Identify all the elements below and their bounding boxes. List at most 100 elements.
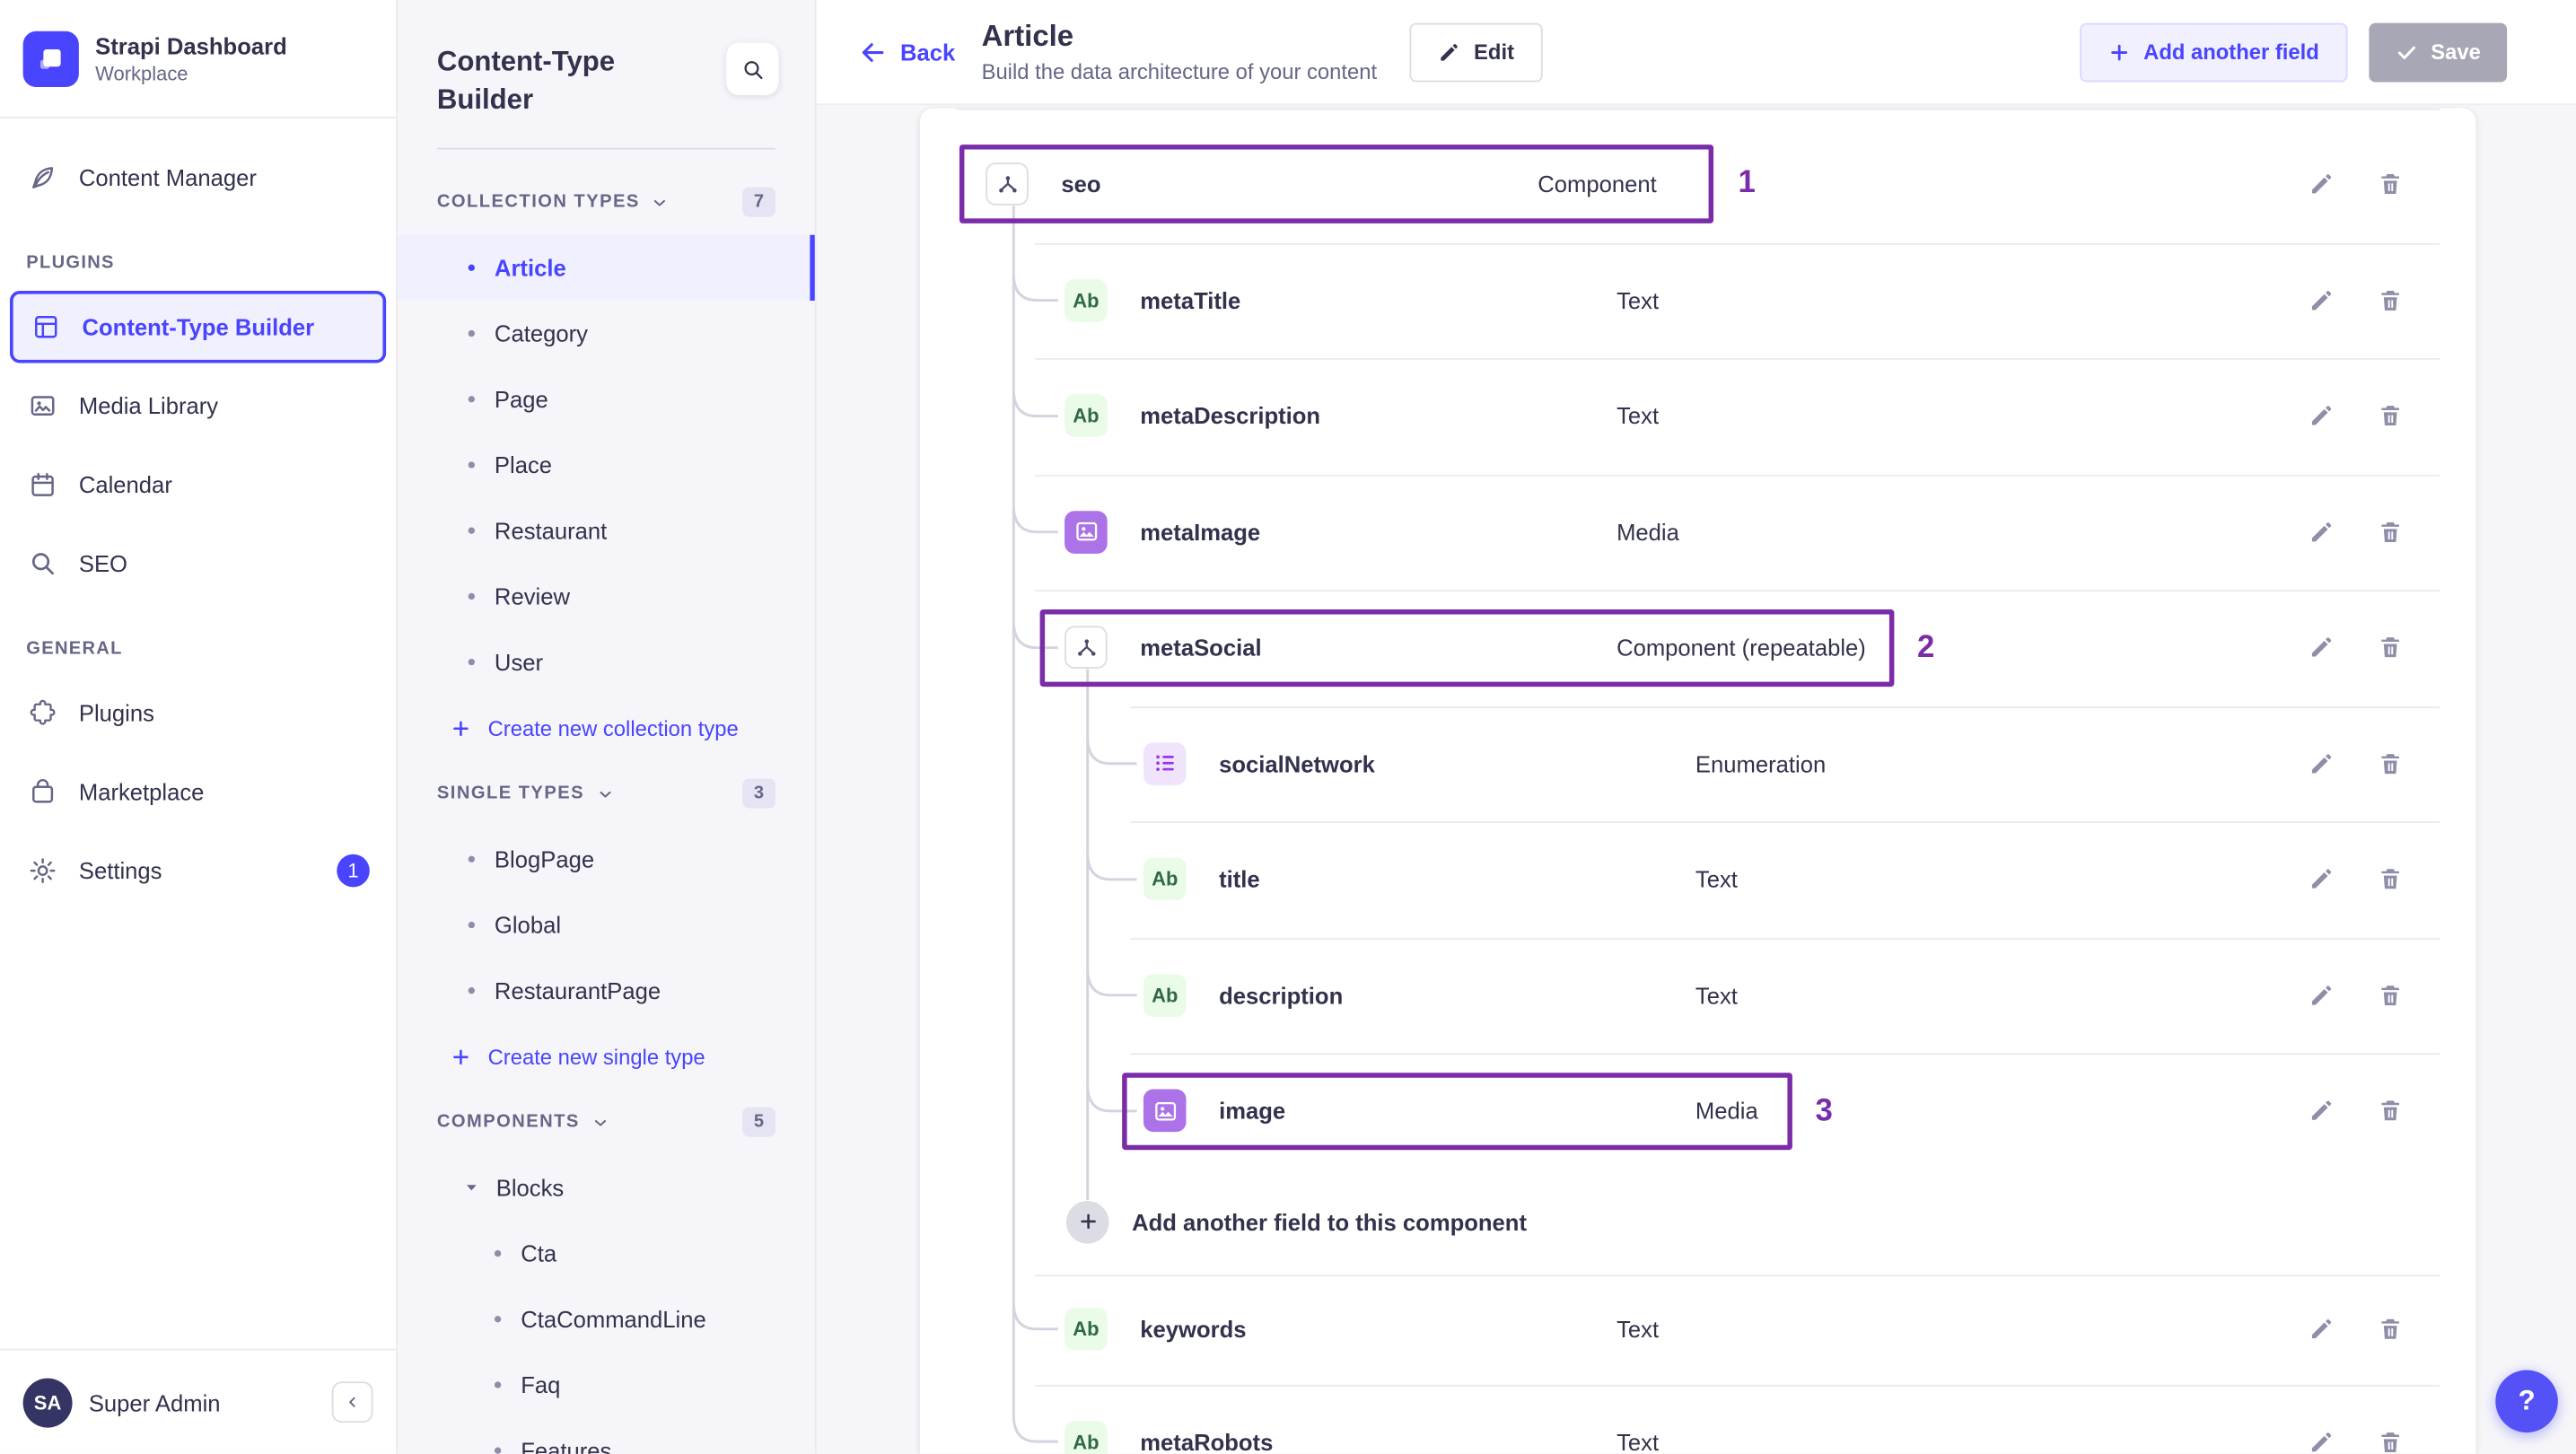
row-divider (1035, 590, 2440, 591)
field-row-keywords: Ab keywords Text (920, 1274, 2475, 1384)
help-button[interactable]: ? (2495, 1370, 2558, 1433)
component-faq[interactable]: Faq (398, 1352, 815, 1417)
delete-field-button[interactable] (2370, 1422, 2410, 1454)
section-label-plugins: PLUGINS (26, 252, 115, 273)
save-button[interactable]: Save (2368, 22, 2508, 82)
sidebar-item-content-type-builder[interactable]: Content-Type Builder (9, 290, 387, 364)
create-collection-type-link[interactable]: Create new collection type (398, 695, 815, 760)
avatar: SA (22, 1377, 73, 1427)
collection-types-group-header[interactable]: COLLECTION TYPES 7 (398, 170, 815, 235)
row-divider (1035, 1274, 2440, 1276)
edit-field-button[interactable] (2301, 976, 2341, 1015)
sidebar-item-label: Content-Type Builder (82, 313, 315, 340)
field-row-description: Ab description Text (920, 937, 2475, 1053)
sidebar-item-marketplace[interactable]: Marketplace (0, 752, 396, 831)
enumeration-field-icon (1143, 741, 1187, 785)
caret-down-icon (463, 1179, 479, 1196)
sidebar-item-label: Calendar (78, 471, 172, 498)
edit-field-button[interactable] (2301, 164, 2341, 204)
edit-field-button[interactable] (2301, 1091, 2341, 1131)
sidebar-item-content-manager[interactable]: Content Manager (0, 138, 396, 217)
components-group-blocks[interactable]: Blocks (398, 1155, 815, 1221)
row-divider (1130, 1053, 2440, 1055)
text-field-icon: Ab (1143, 857, 1187, 901)
field-type: Text (1617, 1316, 1660, 1343)
single-type-global[interactable]: Global (398, 892, 815, 958)
field-name: metaSocial (1140, 634, 1262, 661)
sidebar-item-settings[interactable]: Settings 1 (0, 831, 396, 910)
add-field-label: Add another field (2143, 39, 2319, 65)
field-row-socialnetwork: socialNetwork Enumeration (920, 705, 2475, 821)
collection-type-review[interactable]: Review (398, 564, 815, 629)
sidebar-item-calendar[interactable]: Calendar (0, 445, 396, 524)
search-icon (26, 547, 59, 581)
component-field-icon (1065, 626, 1108, 670)
delete-field-button[interactable] (2370, 512, 2410, 552)
delete-field-button[interactable] (2370, 164, 2410, 204)
collapse-sidebar-button[interactable] (331, 1381, 373, 1423)
field-row-metarobots: Ab metaRobots Text (920, 1384, 2475, 1454)
sidebar-item-label: Settings (78, 857, 162, 884)
group-label: COMPONENTS (436, 1112, 580, 1133)
brand: Strapi Dashboard Workplace (0, 0, 397, 118)
search-button[interactable] (726, 42, 779, 96)
single-type-blogpage[interactable]: BlogPage (398, 827, 815, 892)
delete-field-button[interactable] (2370, 1091, 2410, 1131)
component-cta[interactable]: Cta (398, 1221, 815, 1286)
collection-types-count: 7 (742, 187, 775, 217)
create-single-type-link[interactable]: Create new single type (398, 1023, 815, 1089)
collection-type-page[interactable]: Page (398, 366, 815, 432)
field-type: Text (1617, 1428, 1660, 1454)
delete-field-button[interactable] (2370, 628, 2410, 668)
collection-type-user[interactable]: User (398, 629, 815, 695)
collection-type-place[interactable]: Place (398, 432, 815, 497)
delete-field-button[interactable] (2370, 281, 2410, 320)
arrow-left-icon (862, 42, 884, 62)
delete-field-button[interactable] (2370, 976, 2410, 1015)
component-features[interactable]: Features (398, 1418, 815, 1454)
single-type-restaurantpage[interactable]: RestaurantPage (398, 958, 815, 1023)
edit-field-button[interactable] (2301, 281, 2341, 320)
edit-field-button[interactable] (2301, 512, 2341, 552)
sidebar-item-media-library[interactable]: Media Library (0, 366, 396, 445)
field-row-metasocial: metaSocial Component (repeatable) (920, 590, 2475, 705)
edit-field-button[interactable] (2301, 397, 2341, 436)
collection-type-category[interactable]: Category (398, 301, 815, 366)
back-link[interactable]: Back (857, 37, 955, 66)
annotation-number-1: 1 (1738, 165, 1756, 201)
sidebar-item-plugins[interactable]: Plugins (0, 673, 396, 752)
component-ctacommandline[interactable]: CtaCommandLine (398, 1286, 815, 1352)
field-name: image (1219, 1098, 1286, 1125)
plus-icon (451, 1046, 472, 1067)
field-row-metadescription: Ab metaDescription Text (920, 358, 2475, 474)
edit-field-button[interactable] (2301, 744, 2341, 784)
delete-field-button[interactable] (2370, 1309, 2410, 1349)
media-field-icon (1143, 1089, 1187, 1133)
text-field-icon: Ab (1065, 394, 1108, 438)
delete-field-button[interactable] (2370, 744, 2410, 784)
plus-circle-icon (1065, 1200, 1109, 1243)
chevron-down-icon (596, 784, 614, 802)
field-name: socialNetwork (1219, 750, 1375, 777)
single-types-count: 3 (742, 778, 775, 809)
collection-type-article[interactable]: Article (397, 234, 815, 301)
sidebar-item-seo[interactable]: SEO (0, 524, 396, 603)
pen-icon (26, 161, 59, 194)
add-another-field-button[interactable]: Add another field (2079, 22, 2347, 82)
edit-field-button[interactable] (2301, 628, 2341, 668)
edit-field-button[interactable] (2301, 860, 2341, 899)
add-field-to-component-button[interactable]: Add another field to this component (920, 1169, 2475, 1274)
edit-button[interactable]: Edit (1409, 22, 1543, 82)
collection-type-restaurant[interactable]: Restaurant (398, 498, 815, 564)
picture-icon (26, 390, 59, 423)
field-type: Enumeration (1695, 750, 1827, 777)
components-group-header[interactable]: COMPONENTS 5 (398, 1090, 815, 1155)
edit-field-button[interactable] (2301, 1422, 2341, 1454)
delete-field-button[interactable] (2370, 860, 2410, 899)
single-types-group-header[interactable]: SINGLE TYPES 3 (398, 760, 815, 826)
field-row-title: Ab title Text (920, 821, 2475, 937)
app-root: Strapi Dashboard Workplace Content Manag… (0, 0, 2576, 1454)
edit-field-button[interactable] (2301, 1309, 2341, 1349)
delete-field-button[interactable] (2370, 397, 2410, 436)
main-content: Back Article Build the data architecture… (816, 0, 2576, 1454)
